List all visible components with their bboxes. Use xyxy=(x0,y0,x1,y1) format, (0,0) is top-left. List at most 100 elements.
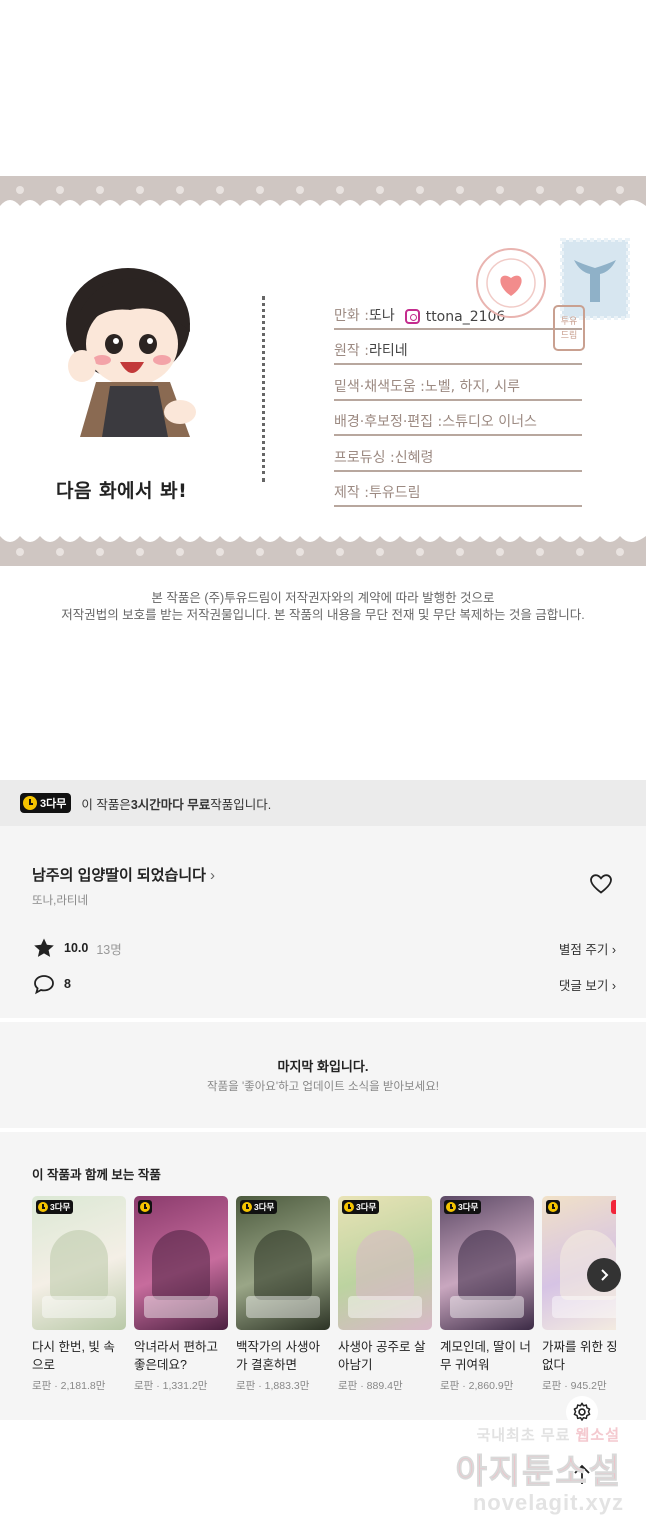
series-info: 남주의 입양딸이 되었습니다 › 또나,라티네 10.0 13명 별점 주기 › … xyxy=(0,826,646,1018)
card-views: 889.4만 xyxy=(366,1380,403,1392)
series-title-link[interactable]: 남주의 입양딸이 되었습니다 › xyxy=(32,864,215,885)
svg-text:투유: 투유 xyxy=(561,316,578,327)
card-views: 2,181.8만 xyxy=(60,1380,106,1392)
badge-label: 3다무 xyxy=(50,1202,71,1212)
card-genre: 로판 xyxy=(542,1380,562,1392)
cover-figure xyxy=(356,1230,414,1300)
free-every-3h-banner: 3다무 이 작품은 3시간마다 무료 작품입니다. xyxy=(0,780,646,826)
watermark-brand: 아지툰소설 xyxy=(455,1453,622,1492)
cover-figure xyxy=(152,1230,210,1300)
watermark-tagline-text: 국내최초 무료 xyxy=(476,1427,576,1444)
lace-border-top xyxy=(0,176,646,218)
credit-value: 투유드림 xyxy=(368,485,421,501)
next-episode-caption: 다음 화에서 봐! xyxy=(56,480,188,502)
copyright-notice: 본 작품은 (주)투유드림이 저작권자와의 계약에 따라 발행한 것으로 저작권… xyxy=(0,590,646,624)
credit-value: 스튜디오 이너스 xyxy=(442,414,537,430)
badge-label: 3다무 xyxy=(254,1202,275,1212)
cover-thumbnail: 3다무 xyxy=(338,1196,432,1330)
view-comments-button[interactable]: 댓글 보기 › xyxy=(559,975,616,994)
chibi-character-illustration xyxy=(66,268,196,437)
badge-label: 3다무 xyxy=(458,1202,479,1212)
credits-card: 다음 화에서 봐! 만화 : 또나 ttona_2106 원작 : 라티네 밑색… xyxy=(0,176,646,566)
copyright-line-2: 저작권법의 보호를 받는 저작권물입니다. 본 작품의 내용을 무단 전재 및 … xyxy=(61,608,585,622)
clock-icon xyxy=(446,1202,456,1212)
card-title: 백작가의 사생아가 결혼하면 xyxy=(236,1340,320,1372)
card-meta: 로판 · 2,181.8만 xyxy=(32,1378,126,1393)
recommendation-carousel[interactable]: 3다무 다시 한번, 빛 속으로 로판 · 2,181.8만 악녀라서 편하고 좋은데… xyxy=(32,1196,616,1406)
copyright-line-1: 본 작품은 (주)투유드림이 저작권자와의 계약에 따라 발행한 것으로 xyxy=(151,591,495,605)
cover-figure xyxy=(254,1230,312,1300)
comments-row: 8 댓글 보기 › xyxy=(32,972,616,996)
banner-text-pre: 이 작품은 xyxy=(81,797,131,812)
meta-separator: · xyxy=(255,1380,265,1392)
comments-count: 8 xyxy=(64,977,71,991)
credit-row-production: 제작 : 투유드림 xyxy=(334,472,582,507)
wait-free-badge xyxy=(138,1200,152,1214)
clock-icon xyxy=(344,1202,354,1212)
credits-list: 만화 : 또나 ttona_2106 원작 : 라티네 밑색·채색도움 : 노벨… xyxy=(334,294,582,507)
wait-free-badge: 3다무 xyxy=(444,1200,482,1214)
lace-border-bottom xyxy=(0,524,646,566)
meta-separator: · xyxy=(561,1380,571,1392)
clock-icon xyxy=(140,1202,150,1212)
recommendation-card[interactable]: 악녀라서 편하고 좋은데요? 로판 · 1,331.2만 xyxy=(134,1196,228,1393)
recommendation-card[interactable]: 3다무백작가의 사생아가 결혼하면로판 · 1,883.3만 xyxy=(236,1196,330,1393)
card-title: 계모인데, 딸이 너무 귀여워 xyxy=(440,1340,531,1372)
cover-thumbnail: 3다무 xyxy=(236,1196,330,1330)
cover-figure xyxy=(458,1230,516,1300)
clock-icon xyxy=(548,1202,558,1212)
card-meta: 로판 · 1,331.2만 xyxy=(134,1378,228,1393)
heart-icon[interactable] xyxy=(589,872,613,896)
update-badge: UP xyxy=(611,1200,616,1214)
card-title: 다시 한번, 빛 속으로 xyxy=(32,1340,115,1372)
clock-icon xyxy=(242,1202,252,1212)
cover-title-logo xyxy=(450,1296,524,1318)
watermark-url: novelagit.xyz xyxy=(472,1490,624,1515)
dotted-divider xyxy=(262,296,265,482)
card-views: 1,883.3만 xyxy=(264,1380,310,1392)
credit-value: 또나 xyxy=(368,307,395,324)
rating-value: 10.0 xyxy=(64,941,89,955)
card-meta: 로판 · 889.4만 xyxy=(338,1378,432,1393)
credit-label: 원작 : xyxy=(334,343,369,359)
last-episode-subtitle: 작품을 '좋아요'하고 업데이트 소식을 받아보세요! xyxy=(207,1081,439,1093)
card-title: 악녀라서 편하고 좋은데요? xyxy=(134,1340,218,1372)
card-views: 945.2만 xyxy=(570,1380,607,1392)
recommendation-card[interactable]: 3다무계모인데, 딸이 너무 귀여워로판 · 2,860.9만 xyxy=(440,1196,534,1393)
credit-value: 노벨, 하지, 시루 xyxy=(424,378,520,395)
site-watermark: 국내최초 무료 웹소설 아지툰소설 novelagit.xyz xyxy=(420,1420,646,1536)
wait-free-badge: 3다무 xyxy=(20,793,72,813)
chevron-right-icon xyxy=(601,1269,609,1281)
card-genre: 로판 xyxy=(338,1380,358,1392)
cover-thumbnail xyxy=(134,1196,228,1330)
chevron-right-icon: › xyxy=(209,867,215,884)
card-meta: 로판 · 2,860.9만 xyxy=(440,1378,534,1393)
wait-free-badge xyxy=(546,1200,560,1214)
carousel-next-button[interactable] xyxy=(587,1258,621,1292)
card-genre: 로판 xyxy=(236,1380,256,1392)
card-title: 사생아 공주로 살아남기 xyxy=(338,1340,426,1372)
recommendations: 이 작품과 함께 보는 작품 3다무 다시 한번, 빛 속으로 로판 · 2,181… xyxy=(0,1132,646,1420)
cover-figure xyxy=(50,1230,108,1300)
recommendation-card[interactable]: 3다무사생아 공주로 살아남기로판 · 889.4만 xyxy=(338,1196,432,1393)
meta-separator: · xyxy=(357,1380,367,1392)
last-episode-title: 마지막 화입니다. xyxy=(277,1059,369,1074)
recommendation-card[interactable]: 3다무다시 한번, 빛 속으로로판 · 2,181.8만 xyxy=(32,1196,126,1393)
comment-icon xyxy=(34,975,54,995)
credit-row-producing: 프로듀싱 : 신혜령 xyxy=(334,436,582,472)
rate-button[interactable]: 별점 주기 › xyxy=(559,939,616,958)
recommendation-card[interactable]: UP 가짜를 위한 장는 없다로판 · 945.2만 xyxy=(542,1196,616,1393)
card-views: 2,860.9만 xyxy=(468,1380,514,1392)
card-title: 가짜를 위한 장는 없다 xyxy=(542,1340,616,1372)
credit-row-coloring: 밑색·채색도움 : 노벨, 하지, 시루 xyxy=(334,365,582,401)
banner-text-bold: 3시간마다 무료 xyxy=(130,797,211,812)
star-icon xyxy=(34,938,54,957)
card-views: 1,331.2만 xyxy=(162,1380,208,1392)
credit-label: 제작 : xyxy=(334,485,369,501)
wait-free-badge: 3다무 xyxy=(36,1200,74,1214)
series-title: 남주의 입양딸이 되었습니다 xyxy=(32,867,206,884)
cover-title-logo xyxy=(246,1296,320,1318)
rating-row: 10.0 13명 별점 주기 › xyxy=(32,936,616,960)
credit-value: 라티네 xyxy=(368,343,408,359)
wait-free-badge: 3다무 xyxy=(342,1200,380,1214)
